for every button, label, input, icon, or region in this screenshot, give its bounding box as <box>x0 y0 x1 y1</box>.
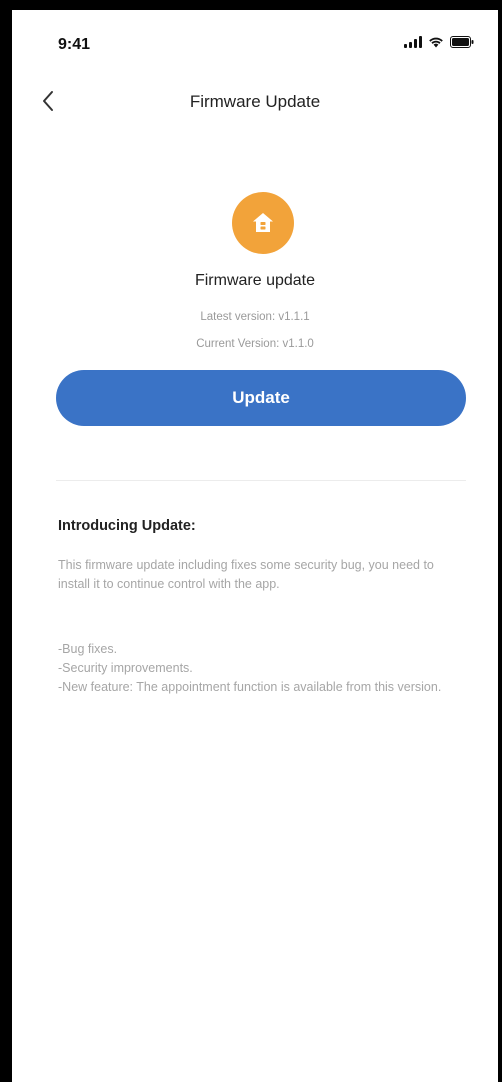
feature-item: -Security improvements. <box>58 661 193 675</box>
phone-screen: 9:41 Firmware Update Firmware update Lat… <box>0 0 502 1082</box>
navigation-bar: Firmware Update <box>12 80 498 124</box>
status-time: 9:41 <box>58 36 91 53</box>
cellular-signal-icon <box>404 36 422 48</box>
firmware-device-icon <box>232 192 294 254</box>
feature-item: -Bug fixes. <box>58 642 118 656</box>
feature-item: -New feature: The appointment function i… <box>58 680 442 694</box>
feature-list: -Bug fixes. -Security improvements. -New… <box>58 640 448 697</box>
page-title: Firmware Update <box>189 92 321 111</box>
firmware-title: Firmware update <box>194 272 316 289</box>
wifi-icon <box>428 36 444 48</box>
intro-description: This firmware update including fixes som… <box>58 558 434 591</box>
current-version-text: Current Version: v1.1.0 <box>196 338 314 350</box>
status-bar: 9:41 <box>12 10 498 70</box>
status-icons <box>404 36 474 48</box>
home-icon <box>253 213 273 232</box>
latest-version-text: Latest version: v1.1.1 <box>200 311 310 323</box>
divider <box>56 480 466 481</box>
intro-heading: Introducing Update: <box>58 518 196 534</box>
update-button[interactable]: Update <box>56 370 466 426</box>
battery-icon <box>450 36 474 48</box>
